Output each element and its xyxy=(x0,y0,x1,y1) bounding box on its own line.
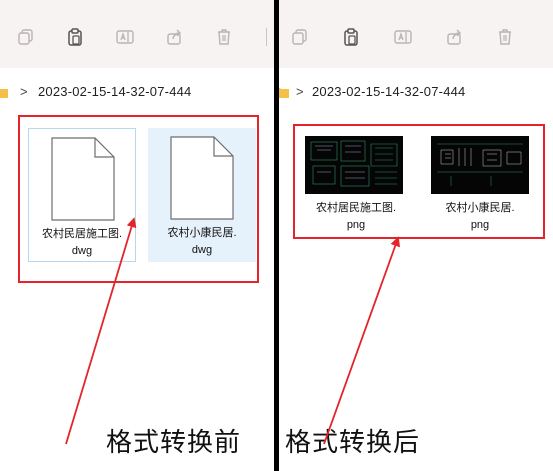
file-view: 农村居民施工图. png 农村小康民居. png xyxy=(279,112,553,471)
rename-icon[interactable] xyxy=(391,25,415,49)
folder-icon xyxy=(279,88,289,98)
breadcrumb-path[interactable]: 2023-02-15-14-32-07-444 xyxy=(38,84,191,99)
share-icon[interactable] xyxy=(443,25,467,49)
caption-after: 格式转换后 xyxy=(285,427,421,457)
highlight-box xyxy=(293,124,545,239)
paste-icon[interactable] xyxy=(339,25,363,49)
address-bar[interactable]: > 2023-02-15-14-32-07-444 xyxy=(0,76,274,110)
command-bar xyxy=(0,0,274,68)
command-bar xyxy=(279,0,553,68)
copy-icon[interactable] xyxy=(14,25,38,49)
breadcrumb-chevron: > xyxy=(20,84,28,99)
breadcrumb-path[interactable]: 2023-02-15-14-32-07-444 xyxy=(312,84,465,99)
rename-icon[interactable] xyxy=(113,25,137,49)
highlight-box xyxy=(18,115,259,283)
folder-icon xyxy=(0,89,8,98)
breadcrumb-chevron: > xyxy=(296,84,304,99)
explorer-panel-before: > 2023-02-15-14-32-07-444 农村民居施工图. dwg 农… xyxy=(0,0,274,471)
share-icon[interactable] xyxy=(163,25,187,49)
explorer-panel-after: > 2023-02-15-14-32-07-444 农村居民施工图. png 农… xyxy=(279,0,553,471)
paste-icon[interactable] xyxy=(63,25,87,49)
delete-icon[interactable] xyxy=(212,25,236,49)
copy-icon[interactable] xyxy=(288,25,312,49)
toolbar-separator xyxy=(266,28,267,46)
file-view: 农村民居施工图. dwg 农村小康民居. dwg xyxy=(0,112,274,471)
caption-before: 格式转换前 xyxy=(106,427,242,457)
address-bar[interactable]: > 2023-02-15-14-32-07-444 xyxy=(279,76,553,110)
delete-icon[interactable] xyxy=(493,25,517,49)
